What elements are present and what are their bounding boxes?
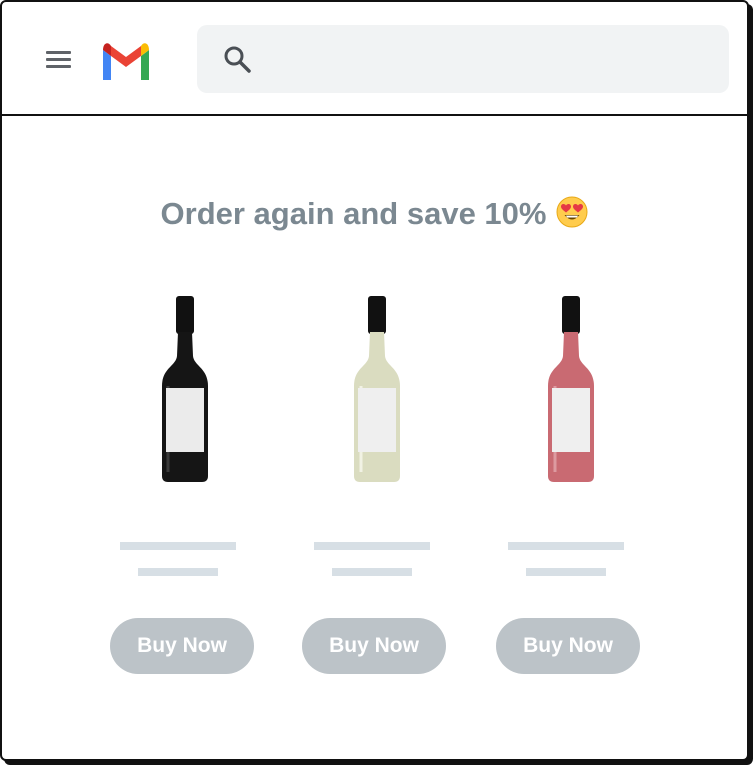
search-input[interactable] [267, 25, 711, 95]
buy-now-button[interactable]: Buy Now [496, 618, 640, 674]
product-card: Buy Now [302, 296, 452, 676]
promo-headline: Order again and save 10% [2, 196, 747, 232]
gmail-logo-icon[interactable] [100, 40, 152, 80]
white-wine-bottle-image [354, 296, 400, 482]
promo-headline-text: Order again and save 10% [160, 196, 547, 231]
product-card: Buy Now [110, 296, 260, 676]
buy-now-button[interactable]: Buy Now [110, 618, 254, 674]
product-card: Buy Now [496, 296, 646, 676]
email-frame: Order again and save 10% Buy Now Buy Now… [0, 0, 749, 761]
search-icon[interactable] [223, 45, 253, 75]
rose-wine-bottle-image [548, 296, 594, 482]
search-bar[interactable] [197, 25, 729, 95]
placeholder-line [120, 542, 236, 550]
placeholder-line [526, 568, 606, 576]
placeholder-line [332, 568, 412, 576]
dark-red-wine-bottle-image [162, 296, 208, 482]
menu-icon[interactable] [45, 49, 73, 71]
placeholder-line [314, 542, 430, 550]
placeholder-line [508, 542, 624, 550]
gmail-header [2, 2, 747, 116]
heart-eyes-emoji-icon [556, 196, 588, 228]
buy-now-button[interactable]: Buy Now [302, 618, 446, 674]
placeholder-line [138, 568, 218, 576]
